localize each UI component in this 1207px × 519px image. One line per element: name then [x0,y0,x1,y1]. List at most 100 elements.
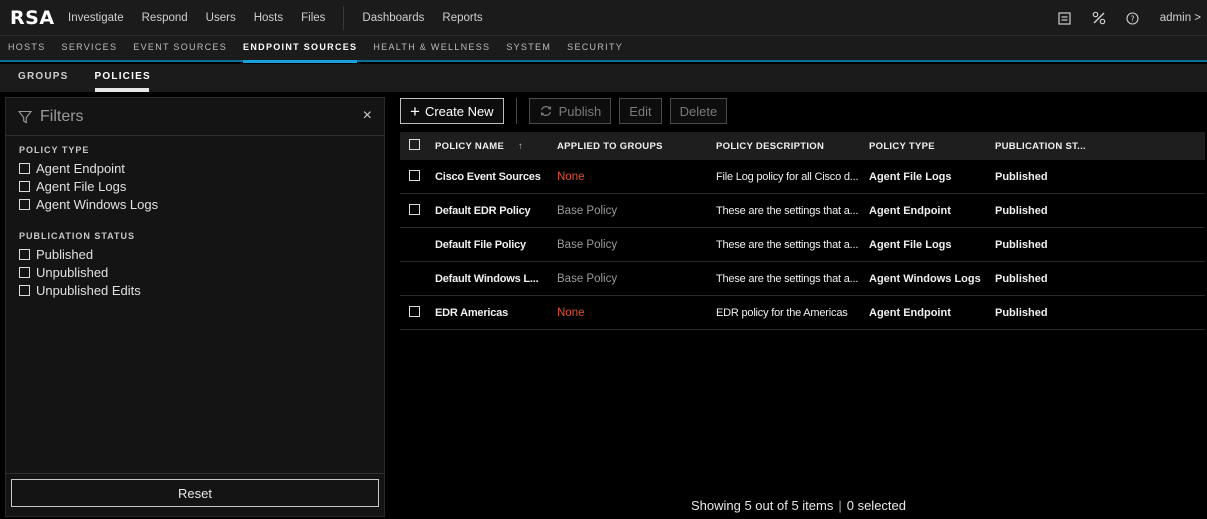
tab-hosts[interactable]: HOSTS [8,35,46,61]
checkbox[interactable] [19,198,30,210]
policy-type-cell: Agent Endpoint [869,306,951,319]
applied-groups-cell: None [557,306,585,319]
nav-investigate[interactable]: Investigate [68,12,124,24]
col-applied-to-groups[interactable]: APPLIED TO GROUPS [545,141,700,152]
filter-unpublished[interactable]: Unpublished [19,263,384,281]
sort-arrow-icon[interactable]: ↑ [518,141,523,152]
reset-button[interactable]: Reset [11,479,379,507]
policy-type-cell: Agent Endpoint [869,204,951,217]
select-all-cell[interactable] [400,139,430,153]
svg-text:?: ? [1131,14,1135,23]
policies-table: POLICY NAME ↑ APPLIED TO GROUPS POLICY DE… [400,132,1205,330]
filters-title: Filters [40,107,84,125]
delete-button[interactable]: Delete [669,98,728,124]
policy-type-section: POLICY TYPE Agent Endpoint Agent File Lo… [6,145,384,213]
policy-name-cell[interactable]: Default File Policy [430,239,545,251]
table-row[interactable]: Cisco Event Sources None File Log policy f… [400,160,1205,194]
policy-type-title: POLICY TYPE [19,145,90,155]
nav-users[interactable]: Users [206,12,236,24]
col-policy-name[interactable]: POLICY NAME ↑ [430,141,545,152]
tab-event-sources[interactable]: EVENT SOURCES [133,35,227,61]
notifications-icon[interactable] [1058,11,1072,25]
policy-name-cell[interactable]: Default EDR Policy [430,205,545,217]
filters-header: Filters × [6,98,384,136]
tab-health-wellness[interactable]: HEALTH & WELLNESS [373,35,490,61]
filter-agent-file-logs[interactable]: Agent File Logs [19,177,384,195]
policy-type-cell: Agent File Logs [869,238,952,251]
filter-unpublished-edits[interactable]: Unpublished Edits [19,281,384,299]
checkbox[interactable] [19,180,30,192]
table-body: Cisco Event Sources None File Log policy f… [400,160,1205,330]
user-menu[interactable]: admin > [1160,12,1201,24]
filter-label: Unpublished Edits [36,282,141,298]
filter-agent-endpoint[interactable]: Agent Endpoint [19,159,384,177]
checkbox[interactable] [19,284,30,296]
row-checkbox[interactable] [409,305,420,317]
tab-system[interactable]: SYSTEM [506,35,551,61]
filter-label: Agent File Logs [36,178,127,194]
policy-name-cell[interactable]: Cisco Event Sources [430,171,545,183]
nav-reports[interactable]: Reports [442,12,482,24]
table-row[interactable]: Default EDR Policy Base Policy These are t… [400,194,1205,228]
filters-panel: Filters × POLICY TYPE Agent Endpoint Age… [5,97,385,517]
nav-files[interactable]: Files [301,12,325,24]
description-cell: File Log policy for all Cisco d... [716,170,859,183]
tab-groups[interactable]: GROUPS [18,64,69,92]
help-icon[interactable]: ? [1126,11,1140,25]
close-icon[interactable]: × [363,107,372,125]
table-row[interactable]: Default Windows L... Base Policy These are… [400,262,1205,296]
admin-tools-icon[interactable] [1092,11,1106,25]
edit-button[interactable]: Edit [619,98,662,124]
policies-main: + Create New Publish Edit Delete POLICY N… [390,92,1207,519]
filter-label: Agent Endpoint [36,160,125,176]
nav-divider [343,5,345,30]
toolbar-divider [515,98,517,124]
checkbox[interactable] [19,162,30,174]
policy-name-cell[interactable]: Default Windows L... [430,273,545,285]
filter-published[interactable]: Published [19,245,384,263]
col-publication-status[interactable]: PUBLICATION ST... [983,141,1143,152]
row-select-cell[interactable] [400,305,430,320]
publication-status-cell: Published [995,170,1048,183]
checkbox[interactable] [19,248,30,260]
refresh-icon [539,104,553,118]
rsa-logo[interactable]: RSA [0,7,68,29]
select-all-checkbox[interactable] [409,139,420,150]
row-select-cell[interactable] [400,169,430,184]
filter-label: Unpublished [36,264,109,280]
row-select-cell[interactable] [400,203,430,218]
top-navigation-bar: RSA Investigate Respond Users Hosts File… [0,0,1207,36]
policy-type-cell: Agent File Logs [869,170,952,183]
create-new-label: Create New [424,103,494,119]
tab-endpoint-sources[interactable]: ENDPOINT SOURCES [243,35,358,63]
publication-status-cell: Published [995,272,1048,285]
description-cell: EDR policy for the Americas [716,306,848,319]
tab-policies[interactable]: POLICIES [94,64,151,92]
tab-services[interactable]: SERVICES [62,35,118,61]
nav-dashboards[interactable]: Dashboards [362,12,424,24]
description-cell: These are the settings that a... [716,204,859,217]
row-checkbox[interactable] [409,169,420,181]
col-policy-type[interactable]: POLICY TYPE [863,141,983,152]
publish-label: Publish [558,103,602,119]
col-policy-description[interactable]: POLICY DESCRIPTION [700,141,863,152]
applied-groups-cell: Base Policy [557,204,618,217]
policy-name-cell[interactable]: EDR Americas [430,307,545,319]
plus-icon: + [410,101,420,121]
row-checkbox[interactable] [409,203,420,215]
publication-status-title: PUBLICATION STATUS [19,231,135,241]
publication-status-section: PUBLICATION STATUS Published Unpublished… [6,231,384,299]
filter-agent-windows-logs[interactable]: Agent Windows Logs [19,195,384,213]
tab-security[interactable]: SECURITY [567,35,623,61]
checkbox[interactable] [19,266,30,278]
table-row[interactable]: EDR Americas None EDR policy for the Ameri… [400,296,1205,330]
publish-button[interactable]: Publish [528,98,612,124]
create-new-button[interactable]: + Create New [400,98,504,124]
nav-hosts[interactable]: Hosts [254,12,283,24]
nav-respond[interactable]: Respond [142,12,188,24]
publication-status-cell: Published [995,306,1048,319]
filter-label: Agent Windows Logs [36,196,159,212]
status-separator: | [838,498,842,513]
table-row[interactable]: Default File Policy Base Policy These are … [400,228,1205,262]
filters-footer-divider [6,473,384,474]
